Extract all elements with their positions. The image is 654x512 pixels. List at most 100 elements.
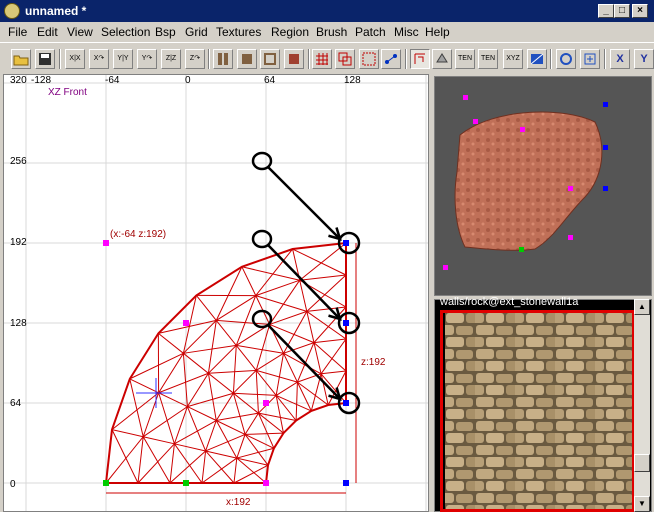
viewport-canvas[interactable]: -128 -64 0 64 128 320 256 192 128 64 0 X… [4, 75, 429, 512]
view-label: XZ Front [48, 87, 87, 98]
menu-file[interactable]: File [8, 25, 27, 39]
control-handle [343, 400, 349, 406]
ruler-top-label: 0 [185, 75, 191, 86]
patch-diagonal [255, 295, 307, 312]
control-handle [103, 240, 109, 246]
patch-diagonal [129, 378, 144, 437]
patch-diagonal [137, 443, 175, 484]
ten-fit-icon[interactable]: TEN FIT [455, 49, 475, 69]
patch-diagonal [313, 306, 347, 343]
view-icon[interactable] [527, 49, 547, 69]
menu-edit[interactable]: Edit [37, 25, 58, 39]
patch-diagonal [208, 369, 257, 374]
flip-z-icon[interactable]: Z|Z [161, 49, 181, 69]
flip-x-icon[interactable]: X|X [65, 49, 85, 69]
control-handle [183, 480, 189, 486]
scroll-up-button[interactable]: ▲ [634, 299, 650, 315]
x-dimension-label: x:192 [226, 497, 251, 508]
menu-grid[interactable]: Grid [185, 25, 208, 39]
annotation-arrow [267, 166, 341, 240]
rotate-y-icon[interactable]: Y↷ [137, 49, 157, 69]
rotate-view-icon[interactable] [556, 49, 576, 69]
ruler-top-label: -64 [105, 75, 120, 86]
rotate-z-icon[interactable]: Z↷ [185, 49, 205, 69]
grid-show-icon[interactable] [312, 49, 332, 69]
dimension-lines [106, 243, 357, 494]
cam-handle [473, 119, 478, 124]
patch-diagonal [299, 242, 347, 281]
texture-name-label: walls/rock@ext_stonewall1a [440, 296, 579, 308]
flip-y-icon[interactable]: Y|Y [113, 49, 133, 69]
menu-selection[interactable]: Selection [101, 25, 150, 39]
center-view-icon[interactable] [580, 49, 600, 69]
clipper-icon[interactable] [284, 49, 304, 69]
minimize-button[interactable]: _ [598, 4, 614, 18]
texture-lock-icon[interactable] [432, 49, 452, 69]
patch-diagonal [232, 345, 237, 394]
open-icon[interactable] [11, 49, 31, 69]
menu-bar: File Edit View Selection Bsp Grid Textur… [0, 22, 654, 42]
close-button[interactable]: × [632, 4, 648, 18]
patch-ring-line [169, 306, 347, 484]
right-pane: walls/rock@ext_stonewall1a ▲ ▼ [432, 74, 654, 512]
patch-diagonal [236, 447, 275, 459]
filter-icon[interactable] [359, 49, 379, 69]
cubic-clip-icon[interactable] [335, 49, 355, 69]
cam-handle [603, 145, 608, 150]
ten-flip-icon[interactable]: TEN FLIP [478, 49, 498, 69]
patch-diagonal [269, 279, 301, 325]
maximize-button[interactable]: □ [614, 4, 630, 18]
patch-diagonal [158, 372, 209, 394]
y-button[interactable]: Y [634, 49, 654, 69]
csg-subtract-icon[interactable] [213, 49, 233, 69]
texture-scrollbar[interactable]: ▲ ▼ [634, 299, 650, 512]
patch-diagonal [233, 392, 277, 396]
menu-misc[interactable]: Misc [394, 25, 419, 39]
menu-region[interactable]: Region [271, 25, 309, 39]
patch-diagonal [142, 436, 171, 484]
curved-patch-mesh [105, 242, 347, 484]
cam-handle [568, 235, 573, 240]
xz-front-viewport[interactable]: -128 -64 0 64 128 320 256 192 128 64 0 X… [3, 74, 429, 512]
patch-diagonal [186, 406, 207, 452]
title-bar[interactable]: unnamed * _ □ × [0, 0, 654, 22]
menu-bsp[interactable]: Bsp [155, 25, 176, 39]
x-button[interactable]: X [610, 49, 630, 69]
annotation-start-circle [251, 229, 273, 249]
patch-diagonal [313, 342, 347, 372]
app-icon [4, 3, 20, 19]
menu-textures[interactable]: Textures [216, 25, 261, 39]
ruler-top-label: -128 [31, 75, 51, 86]
annotation-start-circle [251, 309, 273, 329]
corner-coordinate-label: (x:-64 z:192) [110, 229, 166, 240]
ruler-left-label: 192 [10, 237, 27, 248]
make-hollow-icon[interactable] [260, 49, 280, 69]
textured-patch-3d [454, 111, 603, 251]
csg-merge-icon[interactable] [237, 49, 257, 69]
scroll-down-button[interactable]: ▼ [634, 496, 650, 512]
menu-patch[interactable]: Patch [355, 25, 386, 39]
patch-diagonal [283, 311, 308, 354]
toolbar: X|X X↷ Y|Y Y↷ Z|Z Z↷ TEN FIT TEN FLIP XY… [0, 42, 654, 74]
patch-diagonal [169, 450, 206, 484]
patch-diagonal [245, 432, 284, 435]
patch-diagonal [201, 457, 238, 484]
ruler-left-label: 256 [10, 156, 27, 167]
cam-handle [568, 186, 573, 191]
control-handle [343, 240, 349, 246]
select-icon[interactable] [410, 49, 430, 69]
rotate-x-icon[interactable]: X↷ [89, 49, 109, 69]
scroll-thumb[interactable] [634, 454, 650, 472]
menu-brush[interactable]: Brush [316, 25, 347, 39]
xyz-icon[interactable]: XYZ [503, 49, 523, 69]
path-icon[interactable] [381, 49, 401, 69]
menu-help[interactable]: Help [425, 25, 450, 39]
save-icon[interactable] [35, 49, 55, 69]
control-handle [103, 480, 109, 486]
patch-diagonal [111, 429, 139, 484]
ruler-top-label: 128 [344, 75, 361, 86]
camera-3d-view[interactable] [434, 76, 652, 296]
control-handle [343, 320, 349, 326]
menu-view[interactable]: View [67, 25, 93, 39]
selected-texture-frame [440, 310, 635, 512]
